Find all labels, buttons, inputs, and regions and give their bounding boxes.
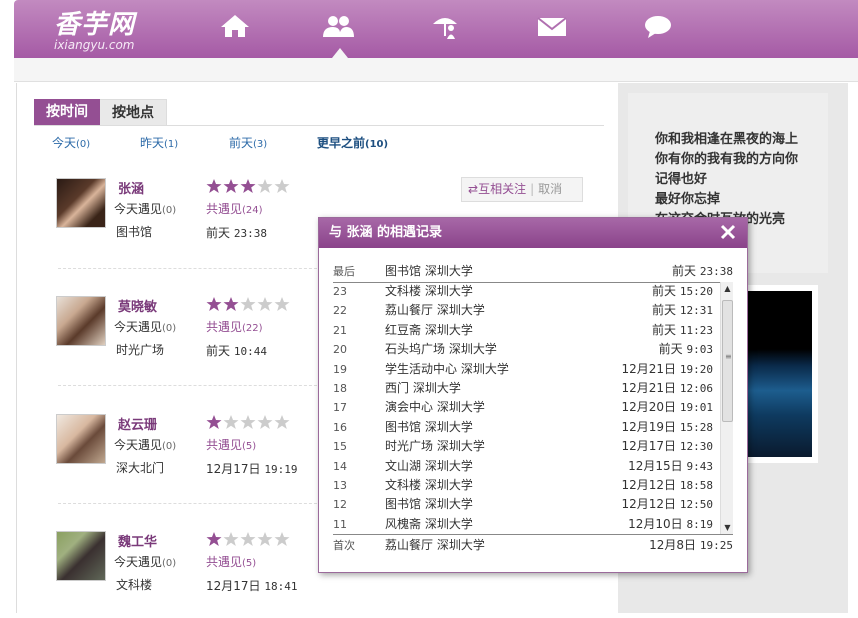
star-filled-icon	[206, 297, 222, 311]
latest-record-row: 最后 图书馆 深圳大学 前天 23:38	[333, 264, 733, 278]
encounter-row: 19 学生活动中心 深圳大学 12月21日 19:20	[333, 361, 713, 376]
encounter-row: 18 西门 深圳大学 12月21日 12:06	[333, 381, 713, 395]
star-empty-icon	[240, 297, 256, 311]
user-name[interactable]: 魏工华	[118, 531, 157, 550]
star-empty-icon	[274, 179, 290, 193]
star-filled-icon	[223, 179, 239, 193]
encounter-list[interactable]: 23 文科楼 深圳大学 前天 15:20 22 荔山餐厅 深圳大学 前天 12:31 21 红…	[333, 282, 734, 534]
met-today: 今天遇见(0)	[114, 555, 177, 569]
last-met-time: 12月17日 18:41	[206, 579, 298, 593]
star-empty-icon	[257, 415, 273, 429]
filter-yesterday[interactable]: 昨天(1)	[140, 134, 178, 151]
scroll-down-arrow-icon[interactable]: ▼	[721, 521, 734, 534]
star-empty-icon	[257, 532, 273, 546]
date-filters: 今天(0) 昨天(1) 前天(3) 更早之前(10)	[0, 134, 610, 150]
star-filled-icon	[206, 415, 222, 429]
avatar[interactable]	[56, 296, 106, 346]
site-domain: ixiangyu.com	[54, 38, 135, 52]
last-met-time: 前天 23:38	[206, 226, 267, 240]
sort-tabs: 按时间 按地点	[34, 99, 167, 126]
met-today: 今天遇见(0)	[114, 202, 177, 216]
star-empty-icon	[240, 415, 256, 429]
sub-nav-bar	[14, 58, 858, 82]
close-icon[interactable]	[719, 223, 737, 241]
last-place: 深大北门	[116, 461, 165, 475]
encounter-row: 22 荔山餐厅 深圳大学 前天 12:31	[333, 303, 713, 318]
star-empty-icon	[257, 179, 273, 193]
top-nav-bar: 香芋网 ixiangyu.com	[14, 0, 858, 58]
rating-stars	[206, 531, 290, 547]
met-today: 今天遇见(0)	[114, 320, 177, 334]
encounter-list-scrollbar[interactable]: ▲ ≡ ▼	[720, 282, 733, 534]
star-empty-icon	[257, 297, 273, 311]
rating-stars	[206, 178, 290, 194]
avatar[interactable]	[56, 178, 106, 228]
umbrella-person-icon[interactable]	[427, 12, 463, 40]
encounter-row: 13 文科楼 深圳大学 12月12日 18:58	[333, 478, 713, 492]
avatar[interactable]	[56, 531, 106, 581]
star-empty-icon	[240, 532, 256, 546]
encounter-row: 21 红豆斋 深圳大学 前天 11:23	[333, 322, 713, 337]
star-filled-icon	[223, 297, 239, 311]
last-place: 时光广场	[116, 343, 165, 357]
filter-earlier[interactable]: 更早之前(10)	[317, 134, 388, 151]
dialog-divider	[333, 534, 733, 535]
site-logo[interactable]: 香芋网	[54, 4, 135, 41]
user-name[interactable]: 张涵	[118, 178, 144, 197]
last-met-time: 前天 10:44	[206, 344, 267, 358]
encounter-row: 12 图书馆 深圳大学 12月12日 12:50	[333, 497, 713, 512]
encounter-row: 15 时光广场 深圳大学 12月17日 12:30	[333, 439, 713, 454]
last-place: 图书馆	[116, 225, 153, 239]
first-record-row: 首次 荔山餐厅 深圳大学 12月8日 19:25	[333, 538, 733, 552]
encounter-row: 16 图书馆 深圳大学 12月19日 15:28	[333, 419, 713, 434]
active-nav-pointer	[332, 48, 348, 58]
mail-icon[interactable]	[534, 12, 570, 40]
tab-by-place[interactable]: 按地点	[100, 99, 167, 126]
scroll-thumb[interactable]: ≡	[722, 300, 733, 422]
dialog-title-bar: 与 张涵 的相遇记录	[319, 218, 747, 248]
home-icon[interactable]	[217, 12, 253, 40]
star-empty-icon	[274, 297, 290, 311]
scroll-up-arrow-icon[interactable]: ▲	[721, 282, 734, 295]
follow-box: ⇄互相关注 | 取消	[461, 177, 583, 202]
last-met-time: 12月17日 19:19	[206, 462, 298, 476]
tab-divider	[34, 125, 604, 126]
user-name[interactable]: 莫晓敏	[118, 296, 157, 315]
encounter-record-dialog: 与 张涵 的相遇记录 最后 图书馆 深圳大学 前天 23:38 23 文科楼 深圳…	[318, 217, 748, 573]
star-empty-icon	[223, 415, 239, 429]
filter-day-before[interactable]: 前天(3)	[229, 134, 267, 151]
star-filled-icon	[206, 532, 222, 546]
rating-stars	[206, 296, 290, 312]
total-met-link[interactable]: 共遇见(5)	[206, 553, 256, 570]
star-empty-icon	[274, 532, 290, 546]
avatar[interactable]	[56, 414, 106, 464]
star-empty-icon	[274, 415, 290, 429]
rating-stars	[206, 414, 290, 430]
last-place: 文科楼	[116, 578, 153, 592]
encounter-row: 14 文山湖 深圳大学 12月15日 9:43	[333, 458, 713, 473]
friends-icon[interactable]	[320, 12, 356, 40]
star-filled-icon	[206, 179, 222, 193]
unfollow-button[interactable]: 取消	[538, 182, 562, 196]
encounter-row: 11 风槐斋 深圳大学 12月10日 8:19	[333, 516, 713, 531]
encounter-row: 20 石头坞广场 深圳大学 前天 9:03	[333, 342, 713, 357]
encounter-row: 23 文科楼 深圳大学 前天 15:20	[333, 284, 713, 298]
encounter-row: 17 演会中心 深圳大学 12月20日 19:01	[333, 400, 713, 415]
tab-by-time[interactable]: 按时间	[34, 99, 100, 126]
star-empty-icon	[223, 532, 239, 546]
user-name[interactable]: 赵云珊	[118, 414, 157, 433]
chat-bubble-icon[interactable]	[640, 12, 676, 40]
poem-text: 你和我相逢在黑夜的海上 你有你的我有我的方向你 记得也好 最好你忘掉 在这交会时…	[655, 132, 799, 227]
filter-today[interactable]: 今天(0)	[52, 134, 90, 151]
total-met-link[interactable]: 共遇见(24)	[206, 200, 263, 217]
total-met-link[interactable]: 共遇见(5)	[206, 436, 256, 453]
dialog-title: 与 张涵 的相遇记录	[329, 225, 443, 240]
met-today: 今天遇见(0)	[114, 438, 177, 452]
mutual-follow-button[interactable]: ⇄互相关注	[468, 182, 526, 196]
total-met-link[interactable]: 共遇见(22)	[206, 318, 263, 335]
star-filled-icon	[240, 179, 256, 193]
